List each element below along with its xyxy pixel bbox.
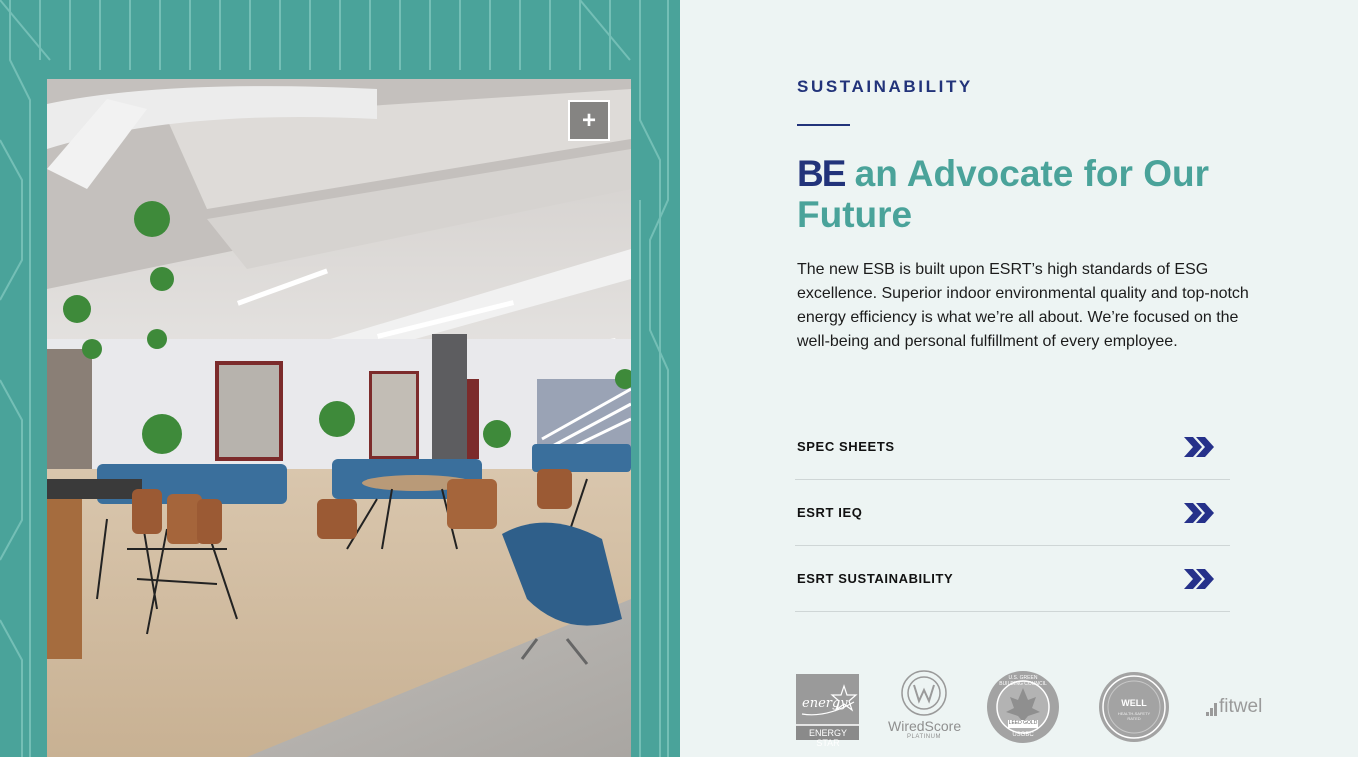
section-body: The new ESB is built upon ESRT’s high st… — [797, 261, 1249, 350]
usgbc-org: USGBC — [1012, 732, 1034, 738]
headline-text: an Advocate for Our Future — [797, 153, 1209, 235]
headline-emphasis: BE — [797, 153, 846, 194]
eyebrow-divider — [797, 124, 850, 126]
energy-star-caption: ENERGY STAR — [808, 728, 847, 748]
expand-photo-button[interactable]: + — [568, 100, 610, 141]
link-esrt-sustainability[interactable]: ESRT SUSTAINABILITY — [795, 546, 1230, 612]
double-chevron-right-icon — [1184, 568, 1214, 589]
office-interior-photo: + — [47, 79, 631, 757]
link-label: ESRT SUSTAINABILITY — [797, 571, 954, 586]
double-chevron-right-icon — [1184, 436, 1214, 457]
link-label: ESRT IEQ — [797, 505, 863, 520]
usgbc-ring-text: U.S. GREEN BUILDING COUNCIL — [999, 675, 1047, 687]
well-rating-logo: WELL HEALTH-SAFETY RATED — [1098, 671, 1170, 743]
resource-links: SPEC SHEETS ESRT IEQ ESRT SUSTAINABILITY — [795, 414, 1230, 612]
usgbc-leed-gold-logo: LEED GOLD U.S. GREEN BUILDING COUNCIL US… — [986, 670, 1060, 744]
link-label: SPEC SHEETS — [797, 439, 895, 454]
link-esrt-ieq[interactable]: ESRT IEQ — [795, 480, 1230, 546]
wiredscore-logo: WiredScore PLATINUM — [888, 670, 962, 744]
wiredscore-tier: PLATINUM — [907, 734, 941, 740]
office-scene-illustration — [47, 79, 631, 757]
page-title: BE an Advocate for Our Future — [797, 153, 1257, 235]
section-eyebrow: SUSTAINABILITY — [797, 77, 973, 96]
double-chevron-right-icon — [1184, 502, 1214, 523]
wiredscore-badge-icon — [901, 670, 947, 716]
well-name: WELL — [1121, 698, 1147, 708]
pattern-panel: + — [0, 0, 680, 757]
fitwel-logo: fitwel — [1206, 696, 1286, 720]
leed-tier: LEED GOLD — [1008, 720, 1038, 726]
energy-star-script: energy — [802, 696, 848, 711]
fitwel-name: fitwel — [1219, 696, 1263, 717]
well-sub: HEALTH-SAFETY RATED — [1117, 711, 1151, 721]
energy-star-logo: energy ENERGY STAR — [796, 674, 859, 748]
wiredscore-name: WiredScore — [888, 718, 962, 734]
certification-logos: energy ENERGY STAR WiredScore PLATINUM L… — [796, 668, 1286, 748]
fitwel-bars-icon — [1206, 703, 1217, 716]
link-spec-sheets[interactable]: SPEC SHEETS — [795, 414, 1230, 480]
